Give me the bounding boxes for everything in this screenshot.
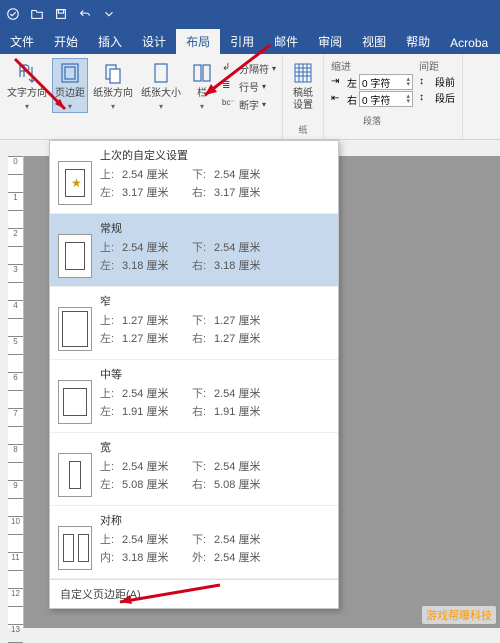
tab-view[interactable]: 视图 [352, 29, 396, 54]
chevron-down-icon: ▾ [159, 102, 163, 111]
indent-right-icon: ⇤ [331, 93, 345, 105]
tab-design[interactable]: 设计 [132, 29, 176, 54]
tab-mail[interactable]: 邮件 [264, 29, 308, 54]
indent-left-input[interactable]: 0 字符▴▾ [359, 74, 413, 90]
group-page-setup: 文字方向 ▾ 页边距 ▾ 纸张方向 ▾ 纸张大小 ▾ 栏 ▾ [0, 54, 283, 139]
spacing-after-icon: ↕ [419, 92, 433, 104]
chevron-down-icon: ▾ [111, 102, 115, 111]
open-icon[interactable] [30, 7, 44, 21]
margins-button[interactable]: 页边距 ▾ [52, 58, 88, 113]
group-label-manuscript: 纸 [299, 123, 308, 137]
undo-icon[interactable] [78, 7, 92, 21]
margins-option-last-custom[interactable]: ★ 上次的自定义设置 上:2.54 厘米 下:2.54 厘米 左:3.17 厘米… [50, 141, 338, 214]
tab-layout[interactable]: 布局 [176, 29, 220, 54]
margin-thumb-icon [58, 234, 92, 278]
tab-file[interactable]: 文件 [0, 29, 44, 54]
columns-button[interactable]: 栏 ▾ [186, 58, 218, 113]
ribbon: 文字方向 ▾ 页边距 ▾ 纸张方向 ▾ 纸张大小 ▾ 栏 ▾ [0, 54, 500, 140]
breaks-button[interactable]: ↲分隔符▾ [220, 60, 278, 77]
tab-insert[interactable]: 插入 [88, 29, 132, 54]
margin-thumb-icon [58, 453, 92, 497]
margins-option-moderate[interactable]: 中等 上:2.54 厘米 下:2.54 厘米 左:1.91 厘米 右:1.91 … [50, 360, 338, 433]
margin-thumb-icon [58, 307, 92, 351]
tab-help[interactable]: 帮助 [396, 29, 440, 54]
chevron-down-icon: ▾ [25, 102, 29, 111]
indent-header: 缩进 [331, 58, 413, 73]
hyphenation-icon: bc⁻ [222, 98, 236, 112]
size-icon [148, 60, 174, 86]
margin-thumb-icon [58, 380, 92, 424]
ribbon-tabs: 文件 开始 插入 设计 布局 引用 邮件 审阅 视图 帮助 Acroba [0, 28, 500, 54]
size-button[interactable]: 纸张大小 ▾ [138, 58, 184, 113]
margin-thumb-icon: ★ [58, 161, 92, 205]
group-label-paragraph: 段落 [331, 114, 413, 128]
save-icon[interactable] [54, 7, 68, 21]
margins-option-mirrored[interactable]: 对称 上:2.54 厘米 下:2.54 厘米 内:3.18 厘米 外:2.54 … [50, 506, 338, 579]
breaks-icon: ↲ [222, 62, 236, 76]
autosave-icon[interactable] [6, 7, 20, 21]
tab-acrobat[interactable]: Acroba [440, 32, 498, 54]
margins-dropdown: ★ 上次的自定义设置 上:2.54 厘米 下:2.54 厘米 左:3.17 厘米… [49, 140, 339, 609]
spacing-before-icon: ↕ [419, 76, 433, 88]
spacing-header: 间距 [419, 58, 455, 73]
line-numbers-icon: ≣ [222, 80, 236, 94]
group-paragraph: 缩进 ⇥ 左 0 字符▴▾ ⇤ 右 0 字符▴▾ 段落 间距 ↕ 段前 ↕ 段后 [324, 54, 463, 139]
vertical-ruler: 012345678910111213 [8, 156, 24, 628]
custom-margins-button[interactable]: 自定义页边距(A)... [50, 579, 338, 608]
tab-review[interactable]: 审阅 [308, 29, 352, 54]
manuscript-button[interactable]: 稿纸 设置 [287, 58, 319, 114]
orientation-icon [100, 60, 126, 86]
margins-option-wide[interactable]: 宽 上:2.54 厘米 下:2.54 厘米 左:5.08 厘米 右:5.08 厘… [50, 433, 338, 506]
quick-access-toolbar [0, 0, 500, 28]
margins-option-narrow[interactable]: 窄 上:1.27 厘米 下:1.27 厘米 左:1.27 厘米 右:1.27 厘… [50, 287, 338, 360]
margins-option-normal[interactable]: 常规 上:2.54 厘米 下:2.54 厘米 左:3.18 厘米 右:3.18 … [50, 214, 338, 287]
text-direction-icon [14, 60, 40, 86]
hyphenation-button[interactable]: bc⁻断字▾ [220, 96, 278, 113]
watermark: 游戏帮曝科技 [422, 606, 496, 624]
margins-icon [57, 60, 83, 86]
columns-icon [189, 60, 215, 86]
margin-thumb-icon [58, 526, 92, 570]
tab-references[interactable]: 引用 [220, 29, 264, 54]
chevron-down-icon: ▾ [200, 102, 204, 111]
group-manuscript: 稿纸 设置 纸 [283, 54, 324, 139]
indent-left-icon: ⇥ [331, 76, 345, 88]
line-numbers-button[interactable]: ≣行号▾ [220, 78, 278, 95]
orientation-button[interactable]: 纸张方向 ▾ [90, 58, 136, 113]
manuscript-icon [290, 60, 316, 86]
qat-dropdown-icon[interactable] [102, 7, 116, 21]
chevron-down-icon: ▾ [68, 102, 72, 111]
indent-right-input[interactable]: 0 字符▴▾ [359, 91, 413, 107]
text-direction-button[interactable]: 文字方向 ▾ [4, 58, 50, 113]
tab-home[interactable]: 开始 [44, 29, 88, 54]
